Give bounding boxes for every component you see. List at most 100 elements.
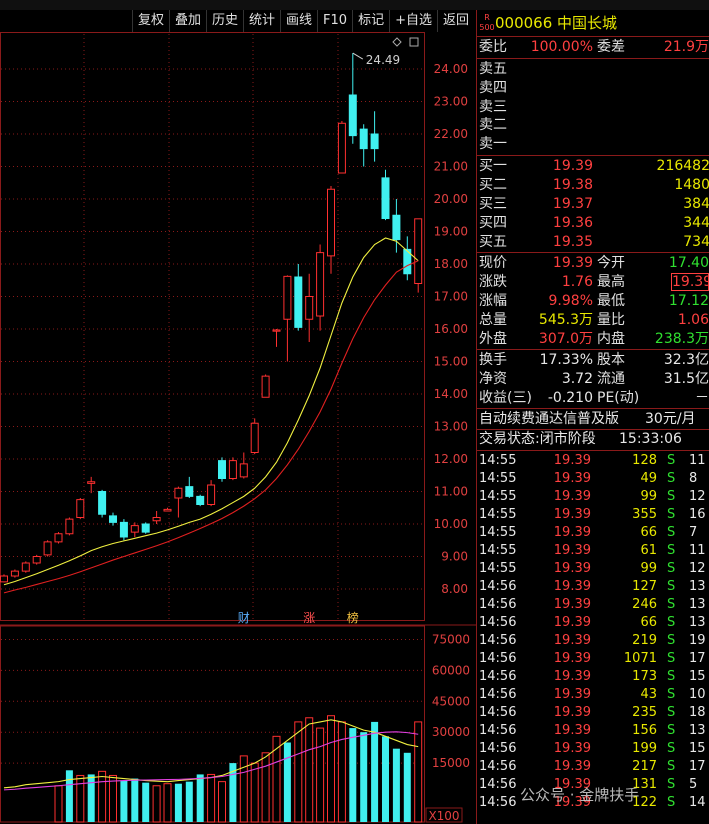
toolbar-button-5[interactable]: F10 [317, 10, 352, 32]
tick-count: 16 [689, 507, 706, 522]
fund-value: 32.3亿 [663, 352, 709, 368]
tick-count: 12 [689, 489, 706, 504]
panel-separator [477, 36, 709, 37]
tick-side: S [667, 489, 676, 504]
sell-level-row: 卖五 [477, 60, 709, 78]
candle-body-up [10, 570, 19, 577]
candle-body-up [239, 463, 248, 478]
sell-level-label: 卖三 [479, 98, 507, 115]
stat-value: 19.39 [671, 273, 709, 291]
toolbar-button-4[interactable]: 画线 [280, 10, 317, 32]
candle-body-up [207, 484, 216, 505]
price-tick-label: 20.00 [434, 192, 468, 206]
buy-level-row: 买二 19.38 1480 [477, 176, 709, 194]
kline-chart[interactable]: 24.00 23.00 22.00 21.00 20.00 19.00 18.00 17.00… [0, 32, 476, 824]
tick-price: 19.39 [553, 471, 591, 486]
candle-body-down [348, 94, 357, 137]
tick-row: 14:55 19.39 355 S 16 [477, 506, 709, 524]
toolbar-button-6[interactable]: 标记 [352, 10, 389, 32]
stat-label: 最高 [597, 274, 625, 290]
tick-side: S [667, 687, 676, 702]
candle-body-down [218, 460, 226, 479]
stock-header: R 500 000066 中国长城 [477, 14, 709, 33]
buy-level-volume: 384 [683, 196, 709, 212]
weibi-row: 委比 100.00% 委差 21.9万 [477, 38, 709, 56]
tick-volume: 246 [632, 597, 657, 612]
tick-count: 17 [689, 759, 706, 774]
quote-stat-row: 现价 19.39 今开 17.40 [477, 254, 709, 272]
volume-bar-down [403, 752, 411, 822]
stat-label: 涨幅 [479, 293, 507, 309]
tick-volume: 128 [632, 453, 657, 468]
tick-count: 13 [689, 723, 706, 738]
candle-body-up [65, 518, 74, 535]
candle-body-down [98, 491, 107, 515]
volume-bar-down [349, 728, 357, 822]
promo-row[interactable]: 自动续费通达信普及版 30元/月 [477, 410, 709, 428]
candle-body-up [130, 525, 139, 533]
tick-price: 19.39 [553, 741, 591, 756]
buy-level-label: 买三 [479, 196, 507, 212]
promo-price: 30元/月 [645, 411, 696, 427]
tick-count: 8 [689, 471, 698, 486]
panel-separator [477, 450, 709, 451]
tick-price: 19.39 [553, 561, 591, 576]
toolbar-button-8[interactable]: 返回 [436, 10, 474, 32]
tick-side: S [667, 669, 676, 684]
stock-code-name: 000066 中国长城 [495, 14, 618, 32]
tick-time: 14:56 [479, 777, 517, 792]
price-tick-label: 14.00 [434, 387, 468, 401]
tick-volume: 127 [632, 579, 657, 594]
volume-bar-down [360, 732, 368, 822]
tick-price: 19.39 [553, 687, 591, 702]
tick-price: 19.39 [553, 489, 591, 504]
tick-volume: 173 [632, 669, 657, 684]
toolbar-button-0[interactable]: 复权 [131, 10, 169, 32]
fund-value: － [695, 390, 709, 406]
candle-body-up [261, 375, 270, 398]
tick-row: 14:56 19.39 246 S 13 [477, 596, 709, 614]
quote-stat-row: 涨跌 1.76 最高 19.39 [477, 273, 709, 291]
quote-stat-row: 总量 545.3万 量比 1.06 [477, 311, 709, 329]
toolbar-button-7[interactable]: +自选 [389, 10, 437, 32]
tick-side: S [667, 525, 676, 540]
ma-line-red [3, 260, 419, 594]
kline-chart-area[interactable]: 24.00 23.00 22.00 21.00 20.00 19.00 18.00 17.00… [0, 32, 476, 824]
fund-label: 流通 [597, 371, 625, 387]
toolbar-button-1[interactable]: 叠加 [168, 10, 206, 32]
panel-separator [477, 58, 709, 59]
tick-count: 13 [689, 615, 706, 630]
volume-bar-down [131, 778, 139, 822]
stat-value: 545.3万 [538, 312, 593, 328]
tick-price: 19.39 [553, 705, 591, 720]
stat-label: 现价 [479, 255, 507, 271]
tick-time: 14:56 [479, 669, 517, 684]
sell-level-row: 卖二 [477, 116, 709, 134]
toolbar-button-2[interactable]: 历史 [205, 10, 243, 32]
tick-price: 19.39 [553, 633, 591, 648]
tick-volume: 156 [632, 723, 657, 738]
volume-bar-up [327, 715, 335, 823]
sell-level-label: 卖二 [479, 117, 507, 134]
tick-price: 19.39 [553, 615, 591, 630]
weibi-value: 100.00% [530, 39, 593, 55]
candle-body-up [43, 541, 52, 556]
candle-body-down [185, 486, 194, 497]
tick-time: 14:55 [479, 561, 517, 576]
tick-volume: 66 [640, 525, 657, 540]
quote-stat-row: 外盘 307.0万 内盘 238.3万 [477, 330, 709, 348]
toolbar-button-3[interactable]: 统计 [243, 10, 280, 32]
tick-volume: 99 [640, 561, 657, 576]
price-tick-label: 9.00 [441, 550, 468, 564]
tick-count: 18 [689, 705, 706, 720]
tick-time: 14:56 [479, 759, 517, 774]
tick-time: 14:56 [479, 705, 517, 720]
volume-bar-up [250, 762, 259, 823]
price-tick-label: 18.00 [434, 257, 468, 271]
tick-side: S [667, 633, 676, 648]
tick-side: S [667, 579, 676, 594]
candle-body-up [163, 508, 172, 512]
tick-volume: 217 [632, 759, 657, 774]
tick-side: S [667, 597, 676, 612]
tick-row: 14:56 19.39 1071 S 17 [477, 650, 709, 668]
